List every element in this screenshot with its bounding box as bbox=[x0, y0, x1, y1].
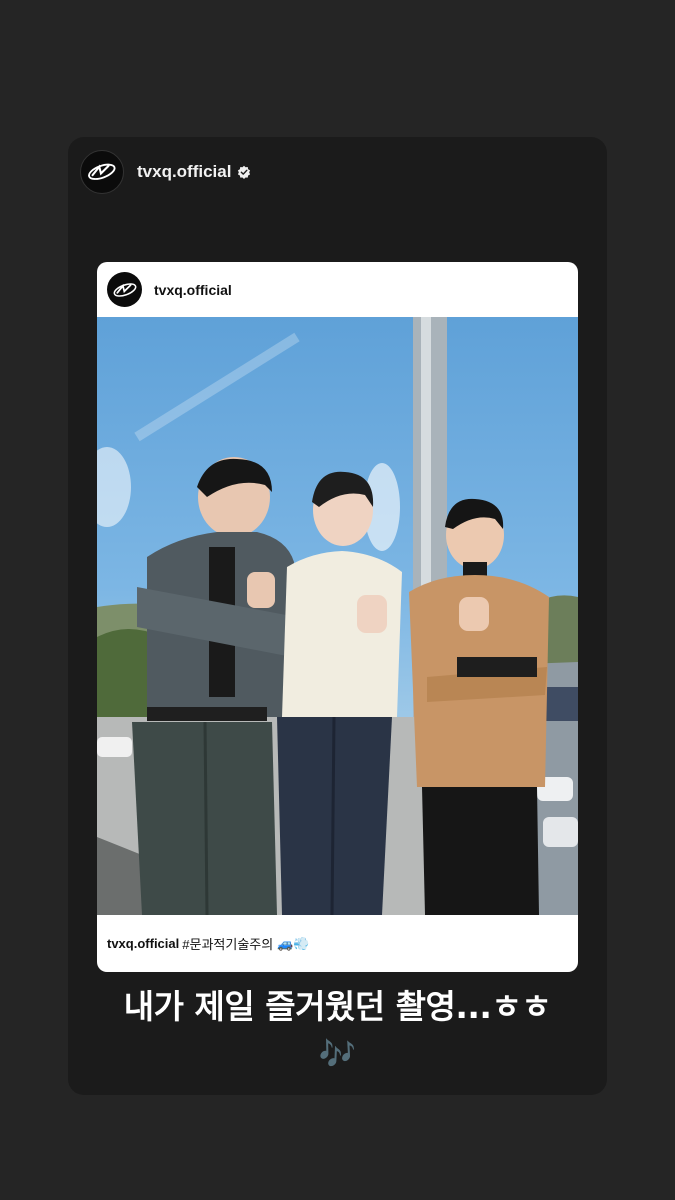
story-username[interactable]: tvxq.official bbox=[137, 162, 231, 182]
post-header[interactable]: tvxq.official bbox=[97, 262, 578, 317]
car-dash-emoji: 🚙💨 bbox=[277, 935, 310, 951]
tvxq-logo-icon[interactable] bbox=[80, 150, 124, 194]
post-photo[interactable] bbox=[97, 317, 578, 915]
story-container: tvxq.official tvxq.official tvxq.officia… bbox=[68, 137, 607, 1095]
caption-username[interactable]: tvxq.official bbox=[107, 936, 179, 951]
post-caption: tvxq.official #문과적기술주의 🚙💨 bbox=[97, 915, 578, 972]
post-username[interactable]: tvxq.official bbox=[154, 282, 232, 298]
music-notes-emoji: 🎶 bbox=[318, 1037, 357, 1072]
story-header[interactable]: tvxq.official bbox=[80, 150, 251, 194]
shared-post-card[interactable]: tvxq.official tvxq.official #문과적기술주의 🚙💨 bbox=[97, 262, 578, 972]
group-photo-three-men-thumbs-up bbox=[97, 317, 578, 915]
story-overlay-text: 내가 제일 즐거웠던 촬영...ㅎㅎ bbox=[123, 987, 552, 1026]
verified-badge-icon bbox=[238, 165, 251, 179]
caption-hashtag[interactable]: #문과적기술주의 bbox=[182, 934, 273, 953]
tvxq-logo-icon[interactable] bbox=[107, 272, 142, 307]
